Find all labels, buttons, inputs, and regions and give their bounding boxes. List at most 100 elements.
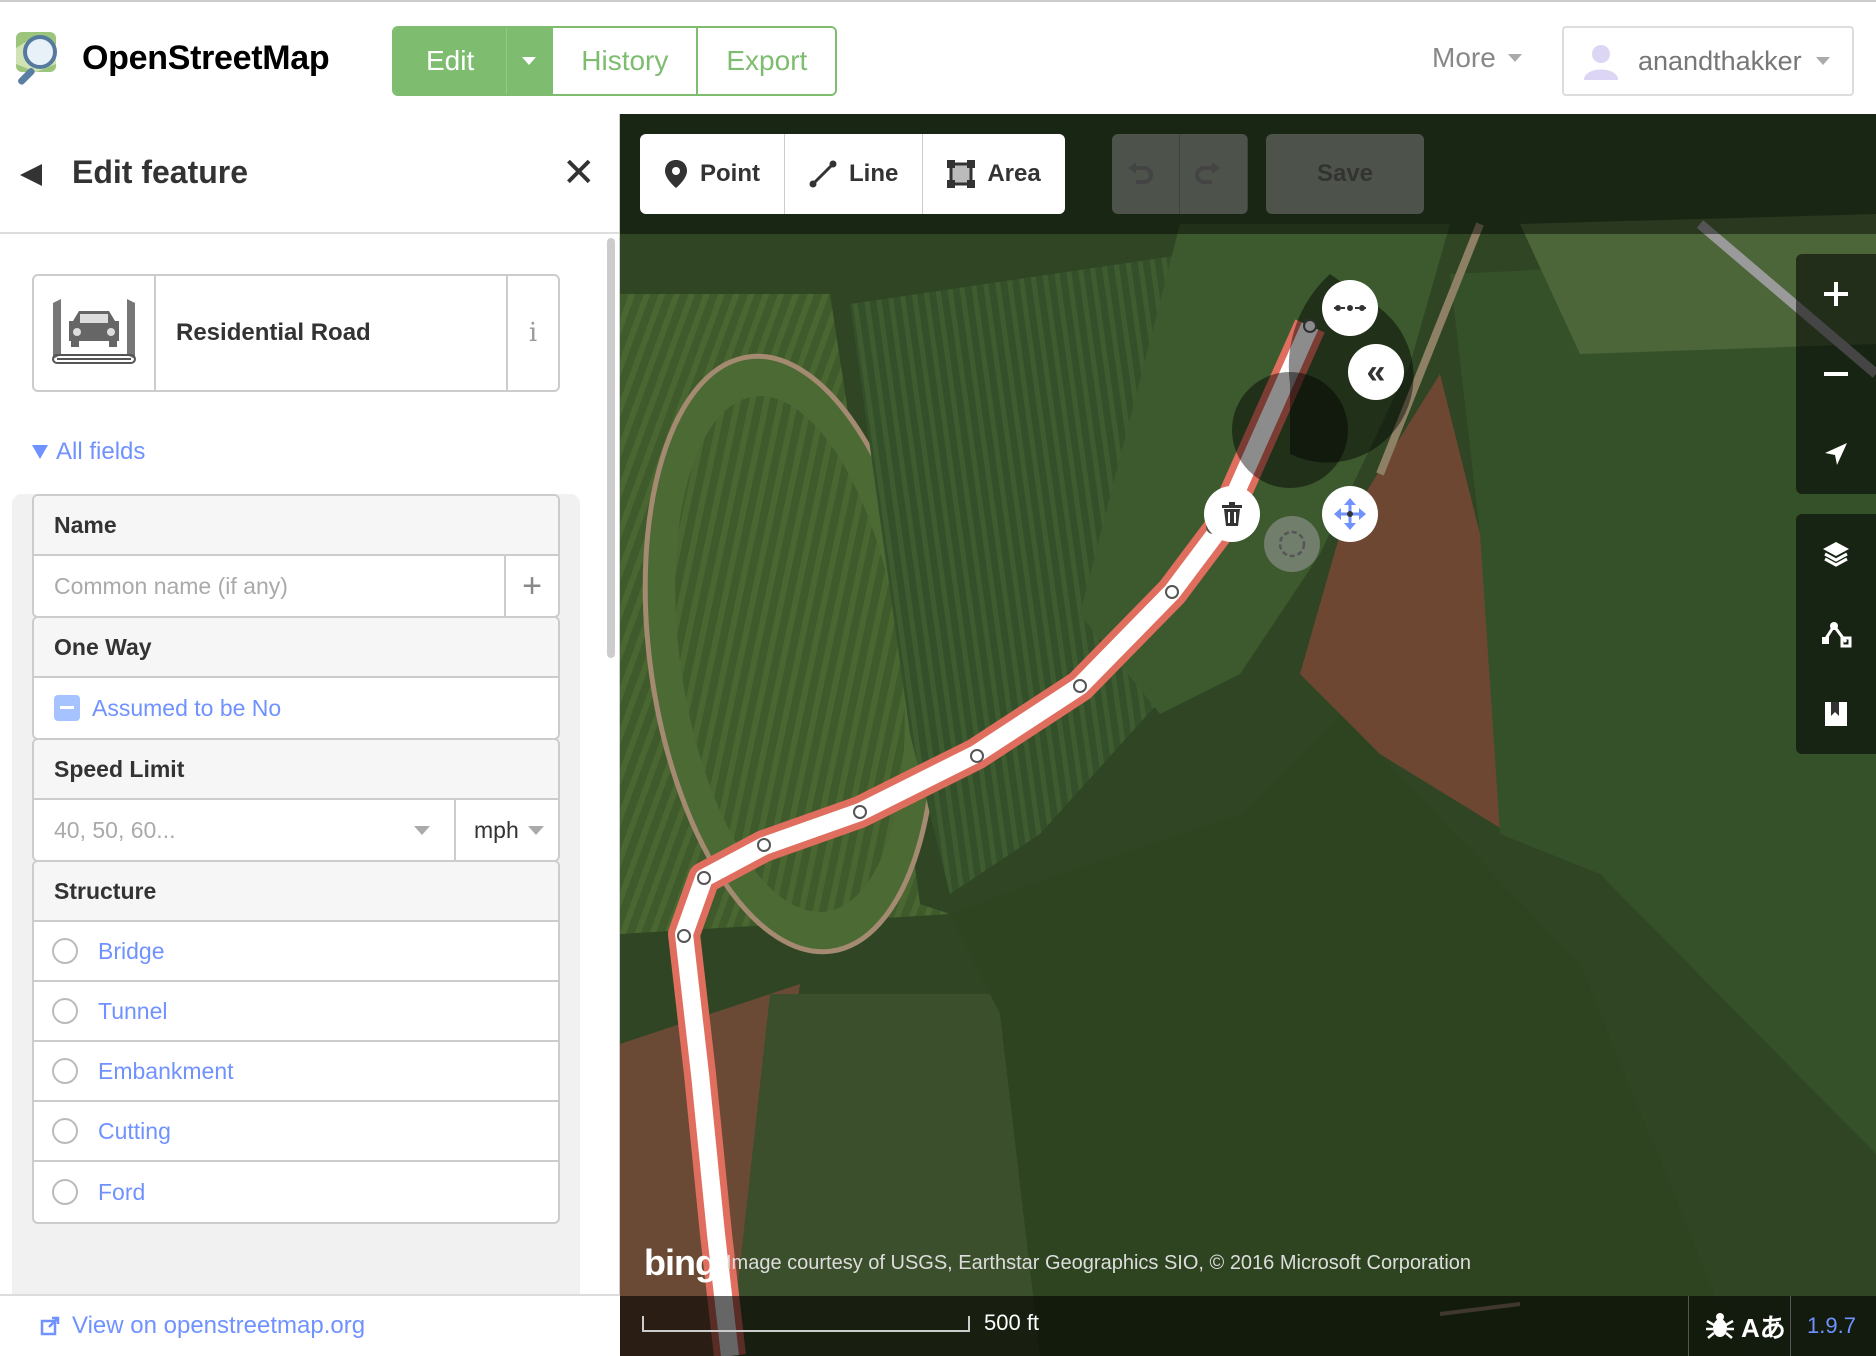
radio-button[interactable] [52, 998, 78, 1024]
field-label: Name [34, 496, 558, 556]
avatar-icon [1584, 45, 1618, 80]
chevron-down-icon[interactable] [414, 825, 430, 835]
radio-label: Bridge [98, 937, 165, 964]
circularize-icon[interactable] [1264, 516, 1320, 572]
radio-button[interactable] [52, 938, 78, 964]
structure-option-cutting[interactable]: Cutting [34, 1102, 558, 1162]
top-header: OpenStreetMap Edit History Export More a… [0, 0, 1876, 114]
structure-option-embankment[interactable]: Embankment [34, 1042, 558, 1102]
radio-label: Ford [98, 1178, 146, 1205]
field-label: One Way [34, 618, 558, 678]
sidebar-header: Edit feature ✕ [0, 114, 619, 234]
speed-unit-select[interactable]: mph [454, 800, 558, 860]
add-area-button[interactable]: Area [923, 134, 1065, 214]
chevron-down-icon [1507, 54, 1522, 62]
area-label: Area [987, 160, 1041, 187]
structure-option-tunnel[interactable]: Tunnel [34, 982, 558, 1042]
chevron-down-icon [528, 826, 544, 835]
footer-tools: Aあ [1688, 1296, 1786, 1356]
user-menu[interactable]: anandthakker [1562, 26, 1854, 96]
history-tab[interactable]: History [553, 28, 699, 94]
imagery-attribution: bing Image courtesy of USGS, Earthstar G… [644, 1242, 1471, 1284]
map-data-icon[interactable] [1796, 594, 1876, 674]
scale-bar[interactable] [642, 1316, 970, 1332]
continue-icon[interactable] [1322, 280, 1378, 336]
plus-icon[interactable]: + [504, 556, 558, 616]
draw-tools: Point Line Area [640, 134, 1065, 214]
map-canvas[interactable]: « Point Line Area Save bing Image courte… [620, 114, 1876, 1356]
more-label: More [1432, 42, 1496, 73]
field-row: 40, 50, 60... mph [34, 800, 558, 860]
speed-unit-value: mph [474, 816, 519, 843]
fields-container: Name Common name (if any) + One Way Assu… [12, 494, 580, 1356]
minus-checkbox-icon[interactable] [54, 695, 80, 721]
layers-icon[interactable] [1796, 514, 1876, 594]
zoom-out-icon[interactable] [1796, 334, 1876, 414]
undo-icon [1127, 162, 1153, 184]
zoom-controls [1796, 254, 1876, 494]
undo-redo-group [1112, 134, 1248, 214]
line-label: Line [849, 160, 899, 187]
structure-option-ford[interactable]: Ford [34, 1162, 558, 1222]
area-icon [947, 160, 976, 188]
triangle-down-icon [32, 445, 48, 459]
bug-icon[interactable] [1705, 1311, 1735, 1341]
edit-dropdown-button[interactable] [507, 28, 554, 94]
radio-button[interactable] [52, 1058, 78, 1084]
delete-icon[interactable] [1204, 486, 1260, 542]
zoom-in-icon[interactable] [1796, 254, 1876, 334]
sidebar: Edit feature ✕ Residential Road i All fi… [0, 114, 620, 1356]
version-link[interactable]: 1.9.7 [1790, 1296, 1856, 1356]
username: anandthakker [1638, 45, 1802, 76]
attribution-text[interactable]: Image courtesy of USGS, Earthstar Geogra… [726, 1252, 1471, 1275]
radio-label: Tunnel [98, 997, 168, 1024]
field-label: Speed Limit [34, 740, 558, 800]
structure-option-bridge[interactable]: Bridge [34, 922, 558, 982]
back-arrow-icon[interactable] [20, 164, 42, 186]
close-icon[interactable]: ✕ [562, 150, 596, 196]
reverse-icon[interactable]: « [1348, 344, 1404, 400]
speed-limit-input[interactable]: 40, 50, 60... [34, 817, 414, 844]
all-fields-toggle[interactable]: All fields [32, 438, 145, 466]
preset-selector[interactable]: Residential Road i [32, 274, 560, 392]
bing-logo: bing [644, 1242, 717, 1283]
brand-name: OpenStreetMap [82, 38, 330, 77]
oneway-checkbox-row[interactable]: Assumed to be No [34, 678, 558, 738]
translate-icon[interactable]: Aあ [1741, 1308, 1786, 1345]
all-fields-label: All fields [56, 438, 146, 465]
radio-button[interactable] [52, 1179, 78, 1205]
field-structure: Structure Bridge Tunnel Embankment Cutti… [32, 860, 560, 1224]
field-speed-limit: Speed Limit 40, 50, 60... mph [32, 738, 560, 862]
field-row: Common name (if any) + [34, 556, 558, 616]
name-input[interactable]: Common name (if any) [34, 573, 504, 600]
main-nav: Edit History Export [392, 26, 838, 96]
geolocate-icon[interactable] [1796, 414, 1876, 494]
undo-button[interactable] [1112, 134, 1180, 214]
scale-label: 500 ft [984, 1310, 1040, 1335]
add-point-button[interactable]: Point [640, 134, 785, 214]
sidebar-scrollbar[interactable] [607, 238, 615, 658]
osm-logo-icon [16, 32, 57, 85]
point-icon [665, 160, 687, 188]
redo-button[interactable] [1180, 134, 1248, 214]
redo-icon [1194, 162, 1220, 184]
help-icon[interactable] [1796, 674, 1876, 754]
add-line-button[interactable]: Line [785, 134, 924, 214]
view-on-osm-link[interactable]: View on openstreetmap.org [0, 1294, 620, 1356]
save-button[interactable]: Save [1266, 134, 1424, 214]
export-tab[interactable]: Export [698, 28, 836, 94]
sidebar-title: Edit feature [72, 154, 249, 190]
edit-tab[interactable]: Edit [394, 28, 508, 94]
field-label: Structure [34, 862, 558, 922]
oneway-value: Assumed to be No [92, 694, 282, 721]
radio-button[interactable] [52, 1118, 78, 1144]
osm-logo[interactable]: OpenStreetMap [12, 28, 330, 88]
more-menu[interactable]: More [1432, 42, 1522, 74]
point-label: Point [700, 160, 760, 187]
radio-label: Cutting [98, 1117, 171, 1144]
info-icon[interactable]: i [506, 276, 558, 390]
map-panes-controls [1796, 514, 1876, 754]
move-icon[interactable] [1322, 486, 1378, 542]
external-link-icon [40, 1316, 60, 1336]
field-oneway: One Way Assumed to be No [32, 616, 560, 740]
